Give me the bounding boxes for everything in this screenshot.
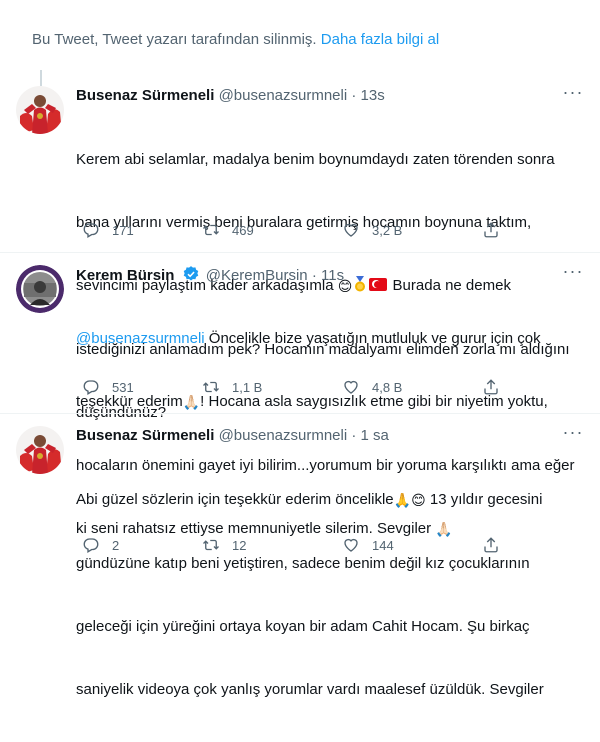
like-icon bbox=[344, 538, 358, 552]
like-button[interactable]: 3,2 B bbox=[342, 220, 402, 240]
tweet-line: gündüzüne katıp beni yetiştiren, sadece … bbox=[76, 555, 530, 572]
avatar-kerem[interactable] bbox=[16, 265, 64, 313]
tweet-text: Abi güzel sözlerin için teşekkür ederim … bbox=[76, 447, 584, 742]
retweet-count: 12 bbox=[232, 537, 247, 553]
tweet-header: Busenaz Sürmeneli @busenazsurmneli · 1 s… bbox=[76, 426, 584, 446]
tweet-actions: 171 469 3,2 B bbox=[76, 220, 576, 240]
retweet-icon bbox=[203, 381, 219, 393]
separator-dot: · bbox=[351, 427, 357, 444]
share-icon bbox=[484, 222, 498, 238]
retweet-count: 1,1 B bbox=[232, 379, 263, 395]
retweet-count: 469 bbox=[232, 222, 254, 238]
learn-more-link[interactable]: Daha fazla bilgi al bbox=[321, 31, 439, 48]
like-button[interactable]: 4,8 B bbox=[342, 377, 402, 397]
tweet-line: saniyelik videoya çok yanlış yorumlar va… bbox=[76, 681, 544, 698]
like-count: 3,2 B bbox=[372, 222, 403, 238]
like-count: 4,8 B bbox=[372, 379, 403, 395]
like-button[interactable]: 144 bbox=[342, 535, 394, 555]
share-icon bbox=[484, 537, 498, 553]
reply-button[interactable]: 531 bbox=[82, 377, 134, 397]
deleted-tweet-text: Bu Tweet, Tweet yazarı tarafından silinm… bbox=[32, 31, 317, 48]
retweet-icon bbox=[203, 224, 219, 236]
avatar-busenaz[interactable] bbox=[16, 426, 64, 474]
separator-dot: · bbox=[351, 87, 357, 104]
reply-button[interactable]: 171 bbox=[82, 220, 134, 240]
retweet-button[interactable]: 12 bbox=[202, 535, 246, 555]
tweet-timestamp[interactable]: 1 sa bbox=[361, 427, 389, 444]
author-handle[interactable]: @busenazsurmneli bbox=[219, 427, 348, 444]
verified-badge-icon bbox=[183, 266, 198, 281]
tweet-header: Busenaz Sürmeneli @busenazsurmneli · 13s bbox=[76, 86, 584, 106]
separator-dot: · bbox=[311, 267, 317, 284]
reply-icon bbox=[83, 380, 99, 395]
reply-icon bbox=[83, 538, 99, 553]
tweet-busenaz-2[interactable]: Busenaz Sürmeneli @busenazsurmneli · 1 s… bbox=[0, 414, 600, 698]
avatar-busenaz[interactable] bbox=[16, 86, 64, 134]
tweet-actions: 531 1,1 B 4,8 B bbox=[76, 377, 576, 397]
author-name[interactable]: Kerem Bürsin bbox=[76, 267, 174, 284]
share-button[interactable] bbox=[482, 220, 512, 240]
author-name[interactable]: Busenaz Sürmeneli bbox=[76, 427, 214, 444]
reply-icon bbox=[83, 223, 99, 238]
share-button[interactable] bbox=[482, 535, 512, 555]
like-icon bbox=[344, 223, 358, 237]
tweet-line: Abi güzel sözlerin için teşekkür ederim … bbox=[76, 489, 584, 511]
folded-hands-emoji: 🙏 bbox=[393, 492, 412, 508]
share-button[interactable] bbox=[482, 377, 512, 397]
like-icon bbox=[344, 380, 358, 394]
reply-count: 531 bbox=[112, 379, 134, 395]
reply-button[interactable]: 2 bbox=[82, 535, 119, 555]
like-count: 144 bbox=[372, 537, 394, 553]
retweet-icon bbox=[203, 539, 219, 551]
retweet-button[interactable]: 469 bbox=[202, 220, 254, 240]
reply-count: 171 bbox=[112, 222, 134, 238]
tweet-line: @busenazsurmneli Öncelikle bize yaşatığı… bbox=[76, 330, 541, 347]
smiling-face-emoji: 😊 bbox=[411, 492, 426, 508]
author-name[interactable]: Busenaz Sürmeneli bbox=[76, 87, 214, 104]
tweet-timestamp[interactable]: 11s bbox=[321, 267, 344, 284]
more-icon[interactable]: ··· bbox=[562, 423, 584, 446]
tweet-line: geleceği için yüreğini ortaya koyan bir … bbox=[76, 618, 530, 635]
retweet-button[interactable]: 1,1 B bbox=[202, 377, 262, 397]
share-icon bbox=[484, 379, 498, 395]
mention-link[interactable]: @busenazsurmneli bbox=[76, 330, 205, 347]
tweet-busenaz-1[interactable]: Busenaz Sürmeneli @busenazsurmneli · 13s… bbox=[0, 74, 600, 421]
tweet-kerem[interactable]: Kerem Bürsin @KeremBursin · 11s ··· @bus… bbox=[0, 253, 600, 537]
deleted-tweet-notice: Bu Tweet, Tweet yazarı tarafından silinm… bbox=[0, 0, 600, 70]
author-handle[interactable]: @busenazsurmneli bbox=[219, 87, 348, 104]
reply-count: 2 bbox=[112, 537, 120, 553]
tweet-timestamp[interactable]: 13s bbox=[361, 87, 385, 104]
tweet-line: Kerem abi selamlar, madalya benim boynum… bbox=[76, 151, 555, 168]
author-handle[interactable]: @KeremBursin bbox=[206, 267, 308, 284]
more-icon[interactable]: ··· bbox=[562, 83, 584, 106]
more-icon[interactable]: ··· bbox=[562, 262, 584, 285]
tweet-actions: 2 12 144 bbox=[76, 535, 576, 555]
tweet-header: Kerem Bürsin @KeremBursin · 11s bbox=[76, 265, 584, 286]
